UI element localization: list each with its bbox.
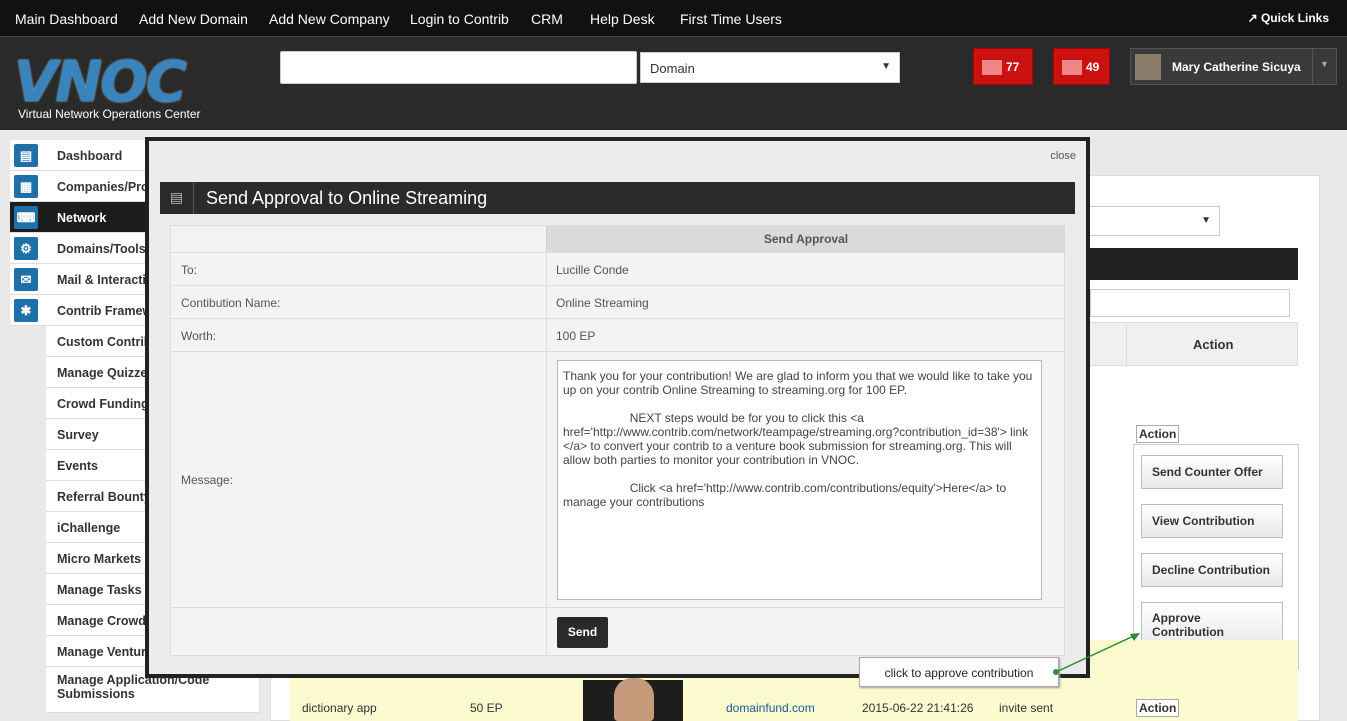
table-search-input[interactable] (1090, 289, 1290, 317)
to-row: To: Lucille Conde (171, 252, 1064, 285)
building-icon: ▦ (14, 175, 38, 198)
book-icon: ▤ (160, 182, 194, 214)
messages-badge[interactable]: 49 (1053, 48, 1110, 85)
puzzle-icon: ✱ (14, 299, 38, 322)
send-approval-modal: close ▤ Send Approval to Online Streamin… (145, 137, 1090, 678)
chevron-down-icon[interactable]: ▼ (1312, 49, 1336, 84)
table-header: Action (1085, 322, 1298, 367)
search-input[interactable] (280, 51, 637, 84)
nav-help-desk[interactable]: Help Desk (590, 11, 655, 27)
send-button[interactable]: Send (557, 617, 608, 648)
filter-select[interactable]: ▼ (1085, 206, 1220, 236)
contrib-status: invite sent (999, 701, 1054, 715)
caret-down-icon: ▼ (881, 61, 891, 72)
nav-add-new-company[interactable]: Add New Company (269, 11, 390, 27)
message-label: Message: (181, 473, 234, 487)
domain-link[interactable]: domainfund.com (726, 701, 815, 715)
send-row (171, 607, 1064, 656)
action-button[interactable]: Action (1136, 425, 1180, 443)
contrib-date: 2015-06-22 21:41:26 (862, 701, 974, 715)
arrow-pointer-icon (1053, 633, 1140, 675)
to-value: Lucille Conde (556, 263, 629, 277)
modal-title-bar: ▤ Send Approval to Online Streaming (160, 182, 1075, 214)
nav-login-to-contrib[interactable]: Login to Contrib (410, 11, 509, 27)
nav-crm[interactable]: CRM (531, 11, 563, 27)
table-title-bar (1085, 248, 1298, 280)
top-navigation: Main Dashboard Add New Domain Add New Co… (0, 0, 1347, 36)
vnoc-logo[interactable]: VNOC Virtual Network Operations Center (14, 55, 201, 122)
keyboard-icon: ⌨ (14, 206, 38, 229)
approval-form-table: Send Approval To: Lucille Conde Contibut… (170, 225, 1065, 656)
gear-icon: ⚙ (14, 237, 38, 260)
contrib-worth: 50 EP (470, 701, 503, 715)
caret-down-icon: ▼ (1201, 215, 1211, 226)
to-label: To: (181, 263, 198, 277)
stack-icon (982, 60, 1002, 76)
send-counter-offer-button[interactable]: Send Counter Offer (1141, 455, 1283, 489)
contrib-name: dictionary app (302, 701, 377, 715)
contribution-name-value: Online Streaming (556, 296, 649, 310)
chart-icon: ▤ (14, 144, 38, 167)
tasks-badge[interactable]: 77 (973, 48, 1033, 85)
contribution-name-label: Contibution Name: (181, 296, 281, 310)
worth-value: 100 EP (556, 329, 596, 343)
quick-links-link[interactable]: ↗ Quick Links (1248, 11, 1329, 25)
mail-icon: ✉ (14, 268, 38, 291)
nav-main-dashboard[interactable]: Main Dashboard (15, 11, 118, 27)
envelope-icon (1062, 60, 1082, 76)
action-column-header: Action (1193, 337, 1234, 352)
nav-add-new-domain[interactable]: Add New Domain (139, 11, 248, 27)
close-button[interactable]: close (1050, 150, 1076, 162)
search-type-select[interactable]: Domain ▼ (640, 52, 900, 83)
decline-contribution-button[interactable]: Decline Contribution (1141, 553, 1283, 587)
modal-title: Send Approval to Online Streaming (206, 188, 488, 208)
view-contribution-button[interactable]: View Contribution (1141, 504, 1283, 538)
header: VNOC Virtual Network Operations Center D… (0, 36, 1347, 130)
worth-row: Worth: 100 EP (171, 318, 1064, 351)
worth-label: Worth: (181, 329, 217, 343)
table-header: Send Approval (546, 226, 1065, 252)
avatar (1135, 54, 1161, 80)
action-button[interactable]: Action (1136, 699, 1180, 717)
approve-tooltip: click to approve contribution (859, 657, 1059, 687)
message-textarea[interactable]: Thank you for your contribution! We are … (557, 360, 1042, 600)
nav-first-time-users[interactable]: First Time Users (680, 11, 782, 27)
action-dropdown-menu: Send Counter Offer View Contribution Dec… (1133, 444, 1299, 670)
contribution-name-row: Contibution Name: Online Streaming (171, 285, 1064, 318)
user-menu[interactable]: Mary Catherine Sicuya ▼ (1130, 48, 1337, 85)
external-link-icon: ↗ (1247, 11, 1258, 25)
